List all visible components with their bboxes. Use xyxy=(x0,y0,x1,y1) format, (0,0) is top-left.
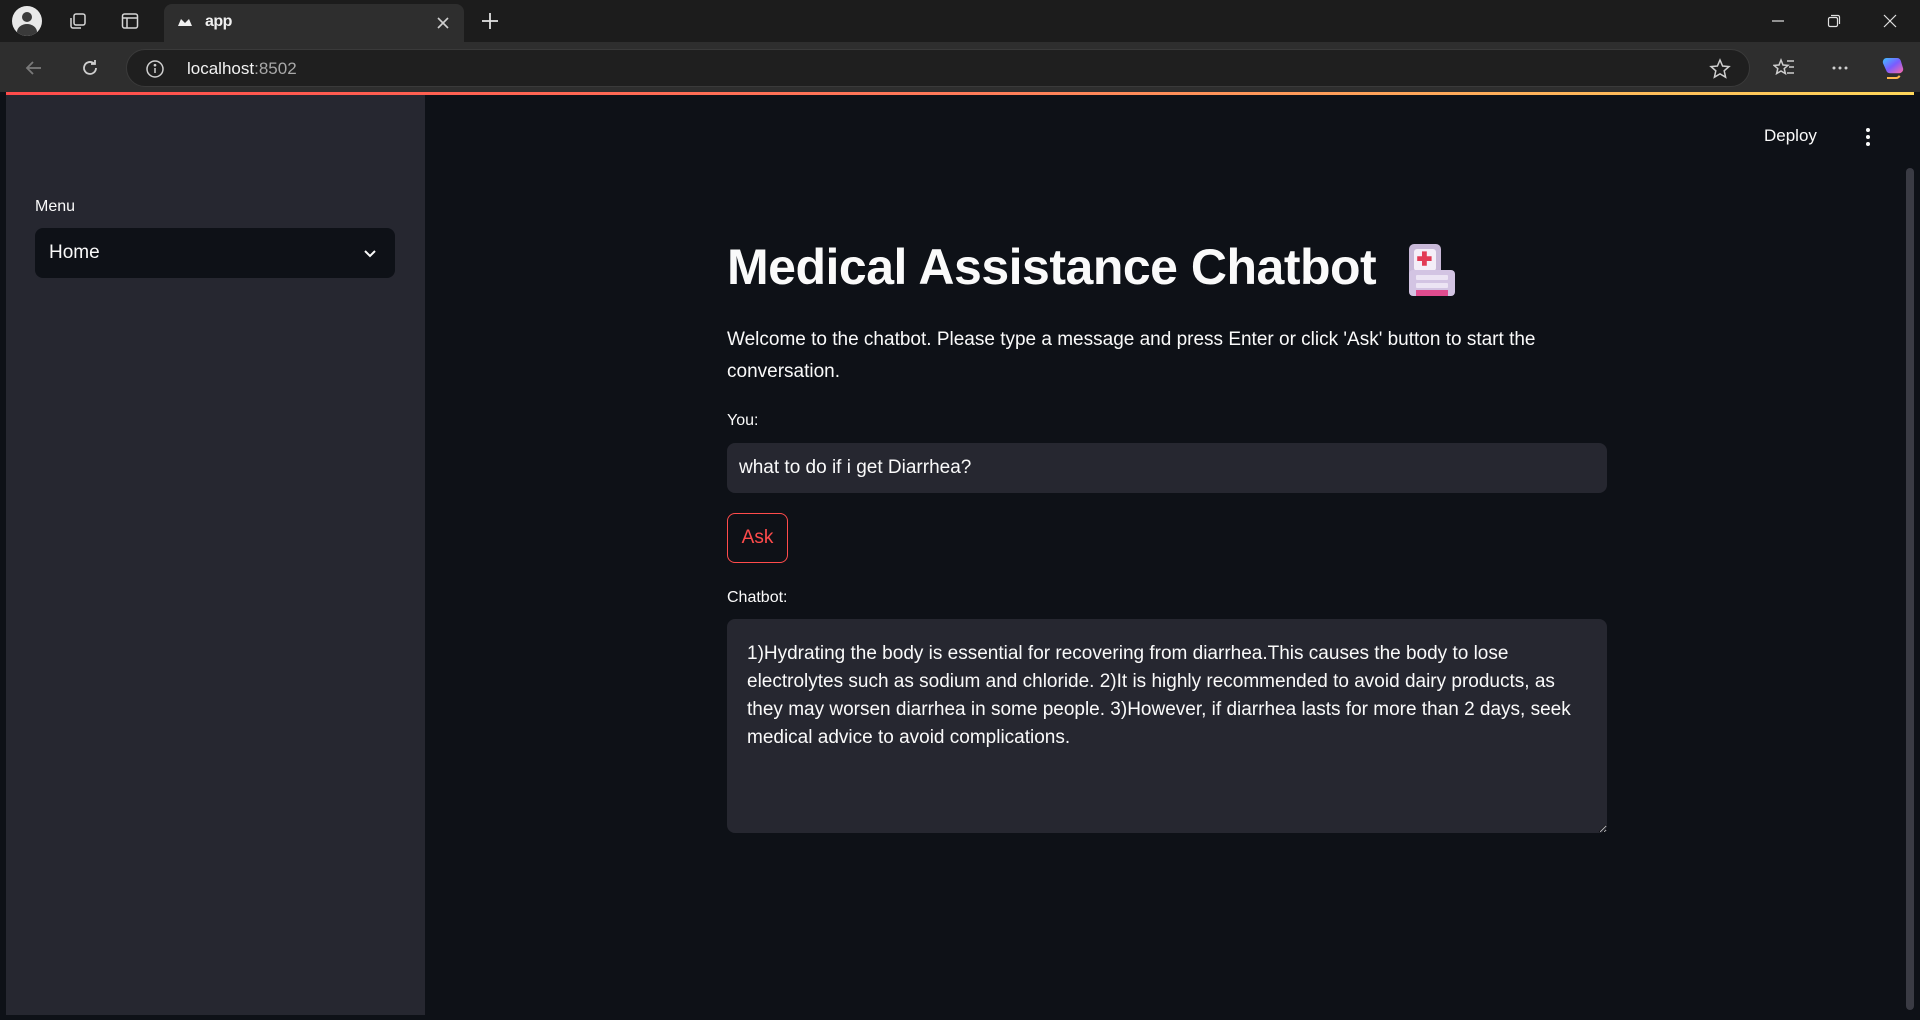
copilot-icon[interactable] xyxy=(1875,50,1911,86)
chatbot-response-area[interactable]: 1)Hydrating the body is essential for re… xyxy=(727,619,1607,833)
hospital-icon xyxy=(1409,244,1455,296)
close-icon[interactable] xyxy=(430,10,456,36)
scrollbar[interactable] xyxy=(1906,168,1914,1010)
deploy-button[interactable]: Deploy xyxy=(1764,126,1817,146)
restore-icon[interactable] xyxy=(1806,0,1862,42)
collections-icon[interactable] xyxy=(58,7,98,35)
welcome-text: Welcome to the chatbot. Please type a me… xyxy=(727,329,1536,382)
address-bar[interactable]: localhost:8502 xyxy=(126,49,1750,87)
url-host: localhost xyxy=(187,59,255,78)
browser-toolbar: localhost:8502 xyxy=(0,42,1920,92)
star-icon[interactable] xyxy=(1709,58,1731,80)
browser-tab-bar: app xyxy=(0,0,1920,42)
message-input[interactable] xyxy=(727,443,1607,493)
chatbot-label: Chatbot: xyxy=(727,589,788,606)
menu-selected-value: Home xyxy=(49,242,100,263)
main-content xyxy=(425,95,1914,1015)
tab-title: app xyxy=(205,13,232,30)
sidebar: Menu Home xyxy=(6,95,425,1015)
page-title: Medical Assistance Chatbot xyxy=(727,239,1377,295)
window-close-icon[interactable] xyxy=(1862,0,1918,42)
more-horizontal-icon[interactable] xyxy=(1822,50,1858,86)
arrow-left-icon[interactable] xyxy=(16,50,52,86)
tab-actions-icon[interactable] xyxy=(110,7,150,35)
streamlit-favicon-icon xyxy=(178,19,192,26)
profile-avatar-icon[interactable] xyxy=(7,6,47,36)
you-label: You: xyxy=(727,412,759,429)
reload-icon[interactable] xyxy=(72,50,108,86)
chevron-down-icon xyxy=(364,250,376,258)
main-menu-icon[interactable] xyxy=(1856,124,1880,150)
ask-button[interactable]: Ask xyxy=(727,513,788,563)
url-text[interactable]: localhost:8502 xyxy=(187,59,297,79)
browser-tab[interactable]: app xyxy=(164,4,464,42)
menu-select[interactable]: Home xyxy=(35,228,395,278)
favorites-icon[interactable] xyxy=(1766,50,1802,86)
plus-icon[interactable] xyxy=(470,7,510,35)
info-icon[interactable] xyxy=(145,59,165,79)
url-port: :8502 xyxy=(254,59,297,78)
minimize-icon[interactable] xyxy=(1750,0,1806,42)
menu-label: Menu xyxy=(35,198,76,215)
